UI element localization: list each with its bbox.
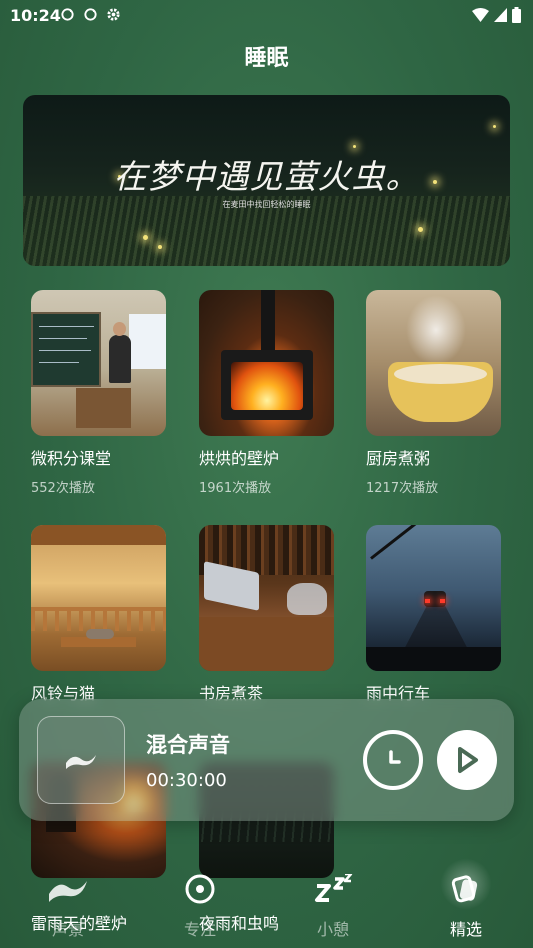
status-bar: 10:24 [0, 0, 533, 30]
wind-chime-cat-thumbnail [31, 525, 166, 671]
mini-player[interactable]: 混合声音 00:30:00 [19, 699, 514, 821]
bottom-nav: 声景 专注 小憩 精选 [0, 850, 533, 948]
nav-label: 声景 [51, 920, 84, 939]
nav-item-focus[interactable]: 专注 [160, 872, 240, 940]
banner-subtitle: 在麦田中找回轻松的睡眠 [222, 200, 311, 209]
card-play-count: 1217次播放 [366, 481, 439, 496]
kitchen-porridge-thumbnail [366, 290, 501, 436]
play-button[interactable] [437, 730, 497, 790]
sound-card[interactable]: 雨中行车 [366, 525, 501, 704]
sync-icon [84, 8, 97, 21]
wifi-icon [472, 8, 489, 22]
target-icon [185, 874, 215, 904]
play-icon [458, 747, 478, 773]
sound-card[interactable]: 风铃与猫 [31, 525, 166, 704]
clock-icon [389, 750, 401, 764]
card-title: 微积分课堂 [31, 449, 112, 468]
sound-card[interactable]: 微积分课堂 552次播放 [31, 290, 166, 496]
sync-icon [61, 8, 74, 21]
wave-icon [49, 881, 87, 902]
sound-card[interactable]: 厨房煮粥 1217次播放 [366, 290, 501, 496]
rain-driving-thumbnail [366, 525, 501, 671]
nav-item-featured[interactable]: 精选 [426, 872, 506, 940]
status-time: 10:24 [10, 6, 61, 25]
card-title: 厨房煮粥 [366, 449, 431, 468]
fireplace-thumbnail [199, 290, 334, 436]
wave-icon [66, 755, 96, 769]
nav-item-nap[interactable]: 小憩 [293, 872, 373, 940]
nav-item-soundscape[interactable]: 声景 [28, 872, 108, 940]
cards-icon [451, 875, 478, 903]
nav-label: 专注 [183, 920, 216, 939]
card-play-count: 552次播放 [31, 481, 95, 496]
player-artwork [37, 716, 125, 804]
nav-label: 精选 [449, 920, 482, 939]
page-title: 睡眠 [244, 46, 289, 71]
zzz-icon [315, 874, 353, 902]
featured-banner[interactable]: 在梦中遇见萤火虫。 在麦田中找回轻松的睡眠 [23, 95, 510, 266]
sound-card[interactable]: 烘烘的壁炉 1961次播放 [199, 290, 334, 496]
player-title: 混合声音 [146, 733, 230, 757]
card-title: 烘烘的壁炉 [199, 449, 280, 468]
card-play-count: 1961次播放 [199, 481, 272, 496]
banner-headline: 在梦中遇见萤火虫。 [113, 157, 420, 196]
signal-icon [494, 8, 507, 22]
nav-label: 小憩 [316, 920, 349, 939]
battery-icon [512, 7, 521, 23]
sound-card[interactable]: 书房煮茶 [199, 525, 334, 704]
player-duration: 00:30:00 [146, 770, 227, 791]
study-tea-thumbnail [199, 525, 334, 671]
classroom-thumbnail [31, 290, 166, 436]
timer-button[interactable] [363, 730, 423, 790]
settings-gear-icon [107, 8, 120, 21]
